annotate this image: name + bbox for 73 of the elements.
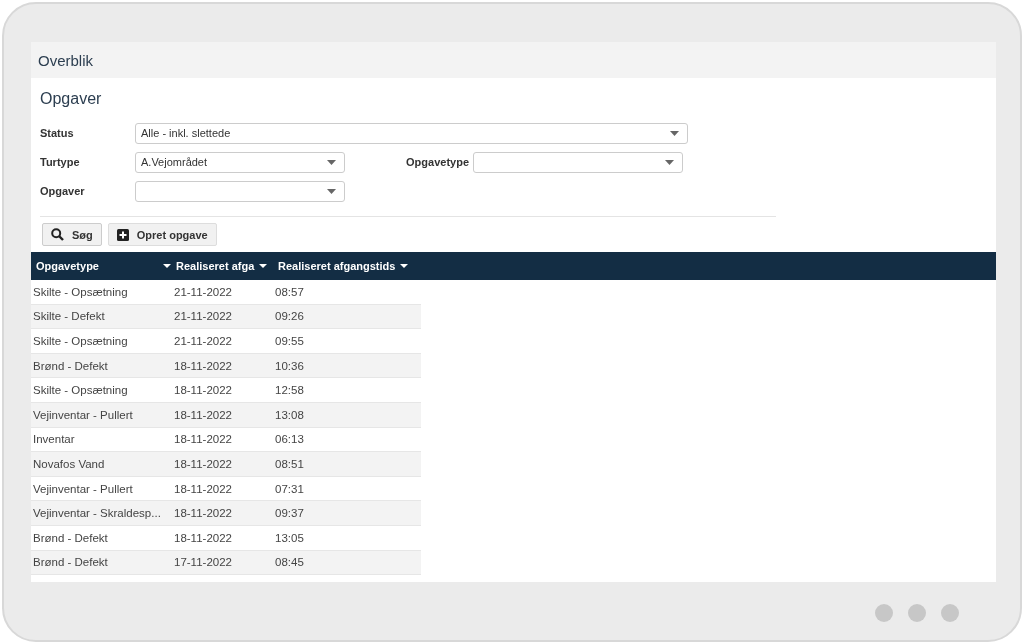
table-cell-text: 18-11-2022 xyxy=(173,457,233,470)
table-cell-text: 21-11-2022 xyxy=(173,335,233,347)
dropdown-field[interactable]: A.Vejområdet xyxy=(135,151,345,173)
table-cell-text: Brønd - Defekt xyxy=(32,531,109,544)
table-cell-text: 09:55 xyxy=(274,335,305,347)
table-row[interactable]: Novafos Vand 18-11-2022 08:51 xyxy=(31,452,421,477)
table-row[interactable]: Vejinventar - Skraldesp... 18-11-2022 09:37 xyxy=(31,501,421,526)
dropdown-field[interactable]: Alle - inkl. slettede xyxy=(135,122,688,144)
table-row[interactable]: Skilte - Opsætning 21-11-2022 08:57 xyxy=(31,280,421,305)
table-cell-text: 06:13 xyxy=(274,433,305,446)
table-cell-text: 17-11-2022 xyxy=(173,556,233,569)
page-title: Overblik xyxy=(38,51,93,69)
table-cell-text: 08:51 xyxy=(274,457,305,470)
table-cell-text: 08:57 xyxy=(274,285,305,298)
table-cell-text: 18-11-2022 xyxy=(173,433,233,446)
caret-icon xyxy=(327,159,336,165)
table-cell-text: Novafos Vand xyxy=(32,457,106,470)
field-label: Opgavetype xyxy=(405,156,469,168)
table-cell-text: Brønd - Defekt xyxy=(32,556,109,569)
table-cell-text: 21-11-2022 xyxy=(173,310,233,323)
table-row[interactable]: Skilte - Opsætning 21-11-2022 09:55 xyxy=(31,329,421,354)
table-cell-text: 13:08 xyxy=(274,408,305,421)
dot-icon xyxy=(875,604,893,622)
table-cell-text: 08:45 xyxy=(274,556,305,569)
table-row[interactable]: Skilte - Opsætning 18-11-2022 12:58 xyxy=(31,378,421,403)
table-cell-text: Skilte - Defekt xyxy=(32,310,106,323)
caret-icon xyxy=(259,264,268,268)
table-cell-text: Vejinventar - Pullert xyxy=(32,482,134,495)
table-row[interactable]: Brønd - Defekt 17-11-2022 08:45 xyxy=(31,550,421,576)
column-header[interactable]: Realiseret afga xyxy=(171,260,273,272)
dot-icon xyxy=(941,604,959,622)
add-button[interactable]: Opret opgave xyxy=(107,223,217,246)
caret-icon xyxy=(665,159,674,165)
search-icon xyxy=(51,228,64,241)
table-cell-text: 09:26 xyxy=(274,310,305,323)
table-cell-text: 07:31 xyxy=(274,482,305,495)
dropdown-field[interactable] xyxy=(135,180,345,202)
table-cell-text: 09:37 xyxy=(274,507,305,520)
section-title: Opgaver xyxy=(40,90,103,108)
caret-icon xyxy=(670,130,679,136)
column-header[interactable]: Realiseret afgangstids xyxy=(273,260,413,272)
table-cell-text: 12:58 xyxy=(274,384,305,397)
table-cell-text: Vejinventar - Pullert xyxy=(32,408,134,421)
column-header[interactable]: Opgavetype xyxy=(31,260,171,272)
table-cell-text: Skilte - Opsætning xyxy=(32,384,129,397)
field-label: Status xyxy=(40,127,75,139)
dropdown-field[interactable] xyxy=(473,151,683,173)
caret-icon xyxy=(163,264,171,268)
search-button[interactable]: Søg xyxy=(42,223,102,246)
caret-icon xyxy=(400,264,409,268)
table-cell-text: 18-11-2022 xyxy=(173,482,233,495)
table-cell-text: Skilte - Opsætning xyxy=(32,285,129,298)
table-cell-text: 18-11-2022 xyxy=(173,408,233,421)
table-cell-text: 21-11-2022 xyxy=(173,285,233,298)
table-cell-text: Vejinventar - Skraldesp... xyxy=(32,507,162,520)
field-label: Turtype xyxy=(40,156,81,168)
table-cell-text: 18-11-2022 xyxy=(173,359,233,372)
field-label: Opgaver xyxy=(40,185,86,197)
table-cell-text: Inventar xyxy=(32,433,76,446)
plus-icon xyxy=(116,228,129,241)
table-cell-text: 18-11-2022 xyxy=(173,507,233,520)
table-cell-text: Brønd - Defekt xyxy=(32,359,109,372)
table-cell-text: 18-11-2022 xyxy=(173,384,233,397)
dot-icon xyxy=(908,604,926,622)
caret-icon xyxy=(327,188,336,194)
table-row[interactable]: Vejinventar - Pullert 18-11-2022 13:08 xyxy=(31,402,421,428)
table-row[interactable]: Brønd - Defekt 18-11-2022 13:05 xyxy=(31,525,421,551)
table-cell-text: 13:05 xyxy=(274,531,305,544)
table-cell-text: 10:36 xyxy=(274,359,305,372)
table-row[interactable]: Skilte - Defekt 21-11-2022 09:26 xyxy=(31,304,421,330)
table-cell-text: Skilte - Opsætning xyxy=(32,335,129,347)
table-row[interactable]: Brønd - Defekt 18-11-2022 10:36 xyxy=(31,353,421,379)
table-cell-text: 18-11-2022 xyxy=(173,531,233,544)
